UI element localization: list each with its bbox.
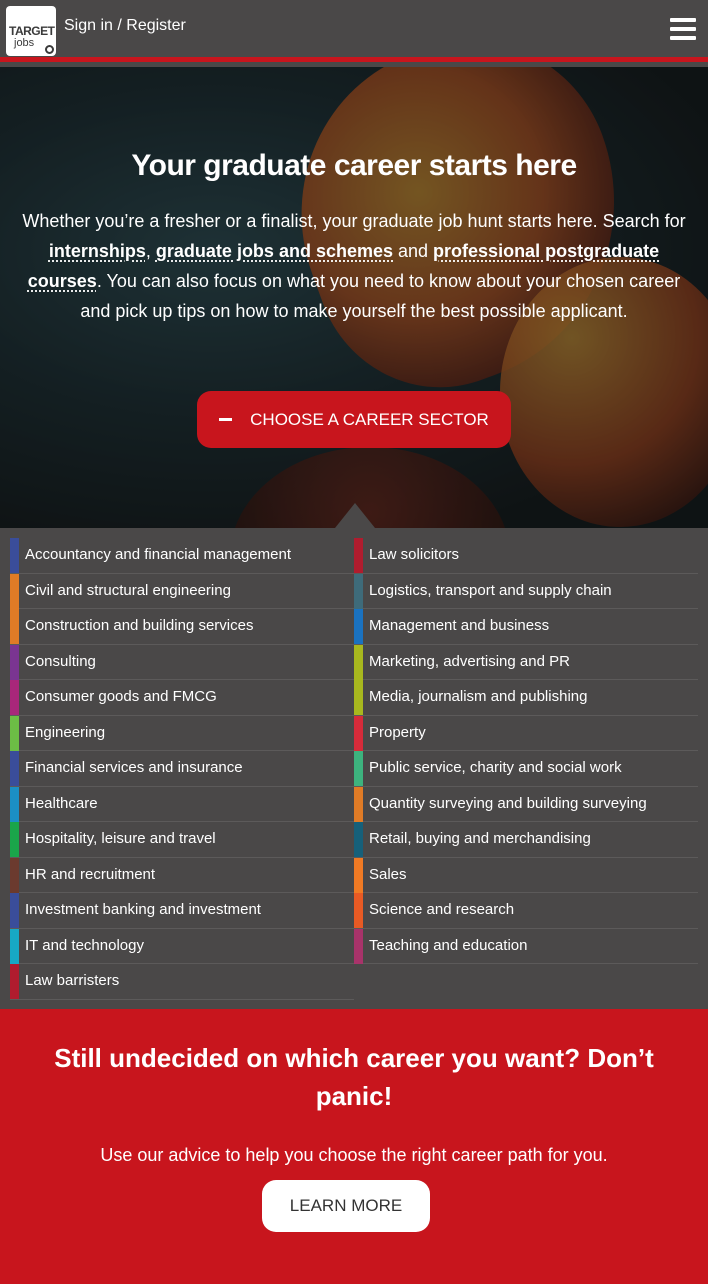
logo-dot-icon [45,45,54,54]
sector-color-bar [10,680,19,715]
site-header: TARGET jobs Sign in / Register [0,0,708,62]
sign-in-register-link[interactable]: Sign in / Register [64,17,186,35]
sector-item-label: Law solicitors [369,546,460,563]
sector-color-bar [354,928,363,964]
sector-item[interactable]: Engineering [10,715,354,751]
sector-column-left: Accountancy and financial management Civi… [10,538,354,1000]
sector-item-label: Investment banking and investment [25,901,261,918]
sector-item-label: Consulting [25,652,96,670]
sector-color-bar [10,893,19,928]
logo-text-jobs: jobs [14,37,35,49]
sector-color-bar [354,680,363,715]
sector-color-bar [10,751,19,786]
sector-item[interactable]: Marketing, advertising and PR [354,644,698,680]
sector-color-bar [10,609,19,644]
sector-color-bar [10,538,19,573]
dropdown-pointer [335,503,375,528]
sector-item[interactable]: Healthcare [10,786,354,822]
minus-icon [219,418,233,421]
sector-item[interactable]: Sales [354,857,698,893]
choose-career-sector-button[interactable]: CHOOSE A CAREER SECTOR [197,391,511,448]
sector-item-label: Logistics, transport and supply chain [369,581,612,599]
logo-text-target: TARGET [9,24,55,38]
sector-item-label: Retail, buying and merchandising [369,830,591,847]
sector-item-label: Accountancy and financial management [25,546,292,563]
sector-item[interactable]: Science and research [354,893,698,929]
sector-color-bar [354,715,363,751]
sector-item-label: Marketing, advertising and PR [369,652,570,670]
sector-item[interactable]: Quantity surveying and building surveyin… [354,786,698,822]
sector-column-right: Law solicitors Logistics, transport and s… [354,538,698,964]
sector-item-label: Engineering [25,723,106,741]
career-sector-list: Accountancy and financial management Civi… [0,528,708,1009]
sector-item[interactable]: Public service, charity and social work [354,751,698,787]
sector-color-bar [354,573,363,609]
sector-item[interactable]: Logistics, transport and supply chain [354,573,698,609]
internships-link[interactable]: internships [49,241,146,261]
sector-item-label: Quantity surveying and building surveyin… [369,794,647,812]
sector-color-bar [10,786,19,822]
sector-item[interactable]: Management and business [354,609,698,645]
sector-item[interactable]: IT and technology [10,928,354,964]
sector-item[interactable]: HR and recruitment [10,857,354,893]
hero-banner: Your graduate career starts here Whether… [0,67,708,528]
hamburger-menu-icon[interactable] [670,18,696,40]
sector-item-label: Healthcare [25,794,98,812]
graduate-jobs-link[interactable]: graduate jobs and schemes [156,241,393,261]
sector-item-label: Law barristers [25,972,120,989]
page-title: Your graduate career starts here [131,149,577,182]
sector-item[interactable]: Consulting [10,644,354,680]
sector-color-bar [354,538,363,573]
sector-color-bar [10,715,19,751]
sector-color-bar [354,857,363,893]
sector-color-bar [354,644,363,680]
sector-item[interactable]: Law solicitors [354,538,698,574]
sector-color-bar [10,928,19,964]
targetjobs-logo[interactable]: TARGET jobs [6,6,56,56]
sector-item-label: Civil and structural engineering [25,581,231,599]
sector-item-label: Sales [369,865,407,883]
sector-color-bar [354,609,363,644]
sector-item-label: Management and business [369,617,550,634]
sector-item[interactable]: Property [354,715,698,751]
learn-more-button[interactable]: LEARN MORE [262,1180,430,1232]
hero-intro-text: Whether you’re a fresher or a finalist, … [22,211,686,321]
sector-item[interactable]: Hospitality, leisure and travel [10,822,354,858]
sector-color-bar [10,822,19,857]
sector-item[interactable]: Accountancy and financial management [10,538,354,574]
sector-item-label: Public service, charity and social work [369,759,622,776]
sector-item-label: Financial services and insurance [25,759,243,776]
sector-item-label: Hospitality, leisure and travel [25,830,216,847]
sector-color-bar [354,893,363,928]
sector-color-bar [10,644,19,680]
cta-text: Use our advice to help you choose the ri… [100,1145,608,1165]
sector-item-label: Teaching and education [369,936,528,954]
sector-item[interactable]: Law barristers [10,964,354,1000]
sector-color-bar [354,822,363,857]
sector-item-label: HR and recruitment [25,865,156,883]
sector-item[interactable]: Construction and building services [10,609,354,645]
sector-color-bar [10,573,19,609]
sector-color-bar [10,964,19,999]
sector-item-label: Property [369,723,426,741]
sector-item-label: Science and research [369,901,515,918]
sector-item-label: Media, journalism and publishing [369,688,588,705]
sector-color-bar [354,786,363,822]
sector-item[interactable]: Investment banking and investment [10,893,354,929]
sector-color-bar [354,751,363,786]
sector-item[interactable]: Financial services and insurance [10,751,354,787]
sector-color-bar [10,857,19,893]
choose-career-sector-label: CHOOSE A CAREER SECTOR [250,409,489,429]
sector-item[interactable]: Civil and structural engineering [10,573,354,609]
undecided-career-section: Still undecided on which career you want… [0,1009,708,1284]
cta-heading: Still undecided on which career you want… [54,1043,654,1111]
sector-item-label: Construction and building services [25,617,254,634]
sector-item[interactable]: Teaching and education [354,928,698,964]
sector-item[interactable]: Consumer goods and FMCG [10,680,354,716]
sector-item-label: Consumer goods and FMCG [25,688,217,705]
sector-item[interactable]: Retail, buying and merchandising [354,822,698,858]
sector-item[interactable]: Media, journalism and publishing [354,680,698,716]
sector-item-label: IT and technology [25,936,144,954]
